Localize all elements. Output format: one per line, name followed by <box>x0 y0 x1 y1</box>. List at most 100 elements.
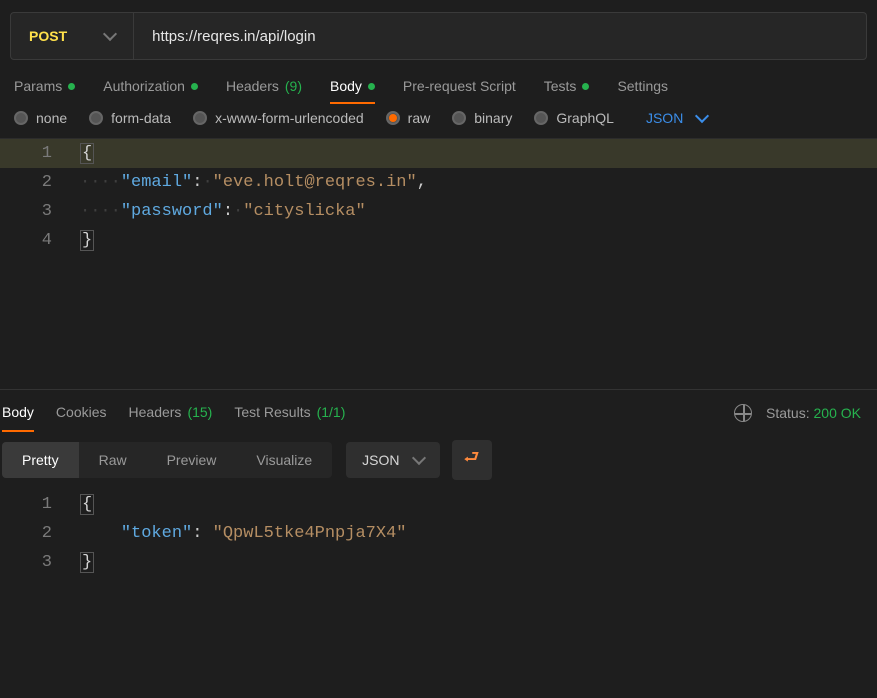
tab-label: Tests <box>544 78 577 94</box>
body-type-binary[interactable]: binary <box>452 110 512 126</box>
request-bar: POST <box>10 12 867 60</box>
tab-label: Headers <box>226 78 279 94</box>
line-number: 3 <box>0 548 80 577</box>
radio-icon <box>452 111 466 125</box>
radio-label: raw <box>408 110 431 126</box>
dropdown-label: JSON <box>362 452 399 468</box>
modified-dot-icon <box>368 83 375 90</box>
radio-label: GraphQL <box>556 110 614 126</box>
resp-tab-cookies[interactable]: Cookies <box>56 404 107 422</box>
test-results-count: (1/1) <box>317 404 346 422</box>
view-preview-button[interactable]: Preview <box>147 442 237 478</box>
radio-label: form-data <box>111 110 171 126</box>
wrap-icon: ⮐ <box>463 445 479 475</box>
radio-icon <box>386 111 400 125</box>
headers-count: (15) <box>187 404 212 422</box>
editor-line: 2 "token": "QpwL5tke4Pnpja7X4" <box>0 519 877 548</box>
tab-label: Cookies <box>56 404 107 422</box>
body-type-graphql[interactable]: GraphQL <box>534 110 614 126</box>
tab-tests[interactable]: Tests <box>544 78 590 94</box>
code-indent: ···· <box>80 173 121 192</box>
code-key: "token" <box>121 524 192 543</box>
http-method-dropdown[interactable]: POST <box>11 13 134 59</box>
tab-label: Pre-request Script <box>403 78 516 94</box>
globe-icon[interactable] <box>734 404 752 422</box>
status-value: 200 OK <box>814 405 861 421</box>
request-tab-row: Params Authorization Headers (9) Body Pr… <box>0 60 877 104</box>
url-input[interactable] <box>134 13 866 59</box>
status-line: Status: 200 OK <box>766 405 861 421</box>
code-string: "eve.holt@reqres.in" <box>213 173 417 192</box>
dropdown-label: JSON <box>646 110 683 126</box>
tab-authorization[interactable]: Authorization <box>103 78 198 94</box>
tab-label: Authorization <box>103 78 185 94</box>
code-brace: { <box>80 143 94 164</box>
response-language-dropdown[interactable]: JSON <box>346 442 439 478</box>
headers-count: (9) <box>285 78 302 94</box>
body-type-form-data[interactable]: form-data <box>89 110 171 126</box>
view-raw-button[interactable]: Raw <box>79 442 147 478</box>
editor-line: 3 ····"password":·"cityslicka" <box>0 197 877 226</box>
code-string: "QpwL5tke4Pnpja7X4" <box>213 524 407 543</box>
response-body-viewer[interactable]: 1 { 2 "token": "QpwL5tke4Pnpja7X4" 3 } <box>0 490 877 610</box>
code-comma: , <box>417 173 427 192</box>
line-number: 1 <box>0 490 80 519</box>
line-number: 1 <box>0 139 80 168</box>
code-brace: { <box>80 494 94 515</box>
line-number: 3 <box>0 197 80 226</box>
response-tab-row: Body Cookies Headers (15) Test Results (… <box>2 404 734 422</box>
code-indent: ···· <box>80 202 121 221</box>
request-body-editor[interactable]: 1 { 2 ····"email":·"eve.holt@reqres.in",… <box>0 139 877 389</box>
code-brace: } <box>80 552 94 573</box>
line-number: 2 <box>0 519 80 548</box>
chevron-down-icon <box>411 451 425 465</box>
radio-icon <box>89 111 103 125</box>
status-label: Status: <box>766 405 810 421</box>
editor-line: 1 { <box>0 139 877 168</box>
body-type-raw[interactable]: raw <box>386 110 431 126</box>
radio-label: x-www-form-urlencoded <box>215 110 364 126</box>
view-visualize-button[interactable]: Visualize <box>236 442 332 478</box>
raw-language-dropdown[interactable]: JSON <box>646 110 707 126</box>
body-type-urlencoded[interactable]: x-www-form-urlencoded <box>193 110 364 126</box>
modified-dot-icon <box>582 83 589 90</box>
view-pretty-button[interactable]: Pretty <box>2 442 79 478</box>
http-method-value: POST <box>29 28 67 44</box>
tab-params[interactable]: Params <box>14 78 75 94</box>
editor-line: 2 ····"email":·"eve.holt@reqres.in", <box>0 168 877 197</box>
editor-line: 1 { <box>0 490 877 519</box>
modified-dot-icon <box>191 83 198 90</box>
tab-label: Body <box>2 404 34 420</box>
editor-line: 3 } <box>0 548 877 577</box>
resp-tab-body[interactable]: Body <box>2 404 34 432</box>
modified-dot-icon <box>68 83 75 90</box>
tab-pre-request-script[interactable]: Pre-request Script <box>403 78 516 94</box>
radio-label: none <box>36 110 67 126</box>
tab-headers[interactable]: Headers (9) <box>226 78 302 94</box>
tab-label: Headers <box>129 404 182 422</box>
editor-line: 4 } <box>0 226 877 255</box>
tab-body[interactable]: Body <box>330 78 375 104</box>
tab-label: Params <box>14 78 62 94</box>
radio-icon <box>14 111 28 125</box>
body-type-row: none form-data x-www-form-urlencoded raw… <box>0 104 877 139</box>
radio-icon <box>534 111 548 125</box>
line-number: 4 <box>0 226 80 255</box>
code-key: "email" <box>121 173 192 192</box>
response-view-segment: Pretty Raw Preview Visualize <box>2 442 332 478</box>
tab-label: Test Results <box>234 404 310 422</box>
code-string: "cityslicka" <box>243 202 365 221</box>
resp-tab-headers[interactable]: Headers (15) <box>129 404 213 422</box>
tab-label: Body <box>330 78 362 94</box>
resp-tab-test-results[interactable]: Test Results (1/1) <box>234 404 345 422</box>
code-key: "password" <box>121 202 223 221</box>
response-header: Body Cookies Headers (15) Test Results (… <box>0 389 877 430</box>
line-number: 2 <box>0 168 80 197</box>
radio-label: binary <box>474 110 512 126</box>
radio-icon <box>193 111 207 125</box>
tab-label: Settings <box>617 78 668 94</box>
wrap-lines-button[interactable]: ⮐ <box>452 440 492 480</box>
tab-settings[interactable]: Settings <box>617 78 668 94</box>
body-type-none[interactable]: none <box>14 110 67 126</box>
code-indent <box>80 524 121 543</box>
